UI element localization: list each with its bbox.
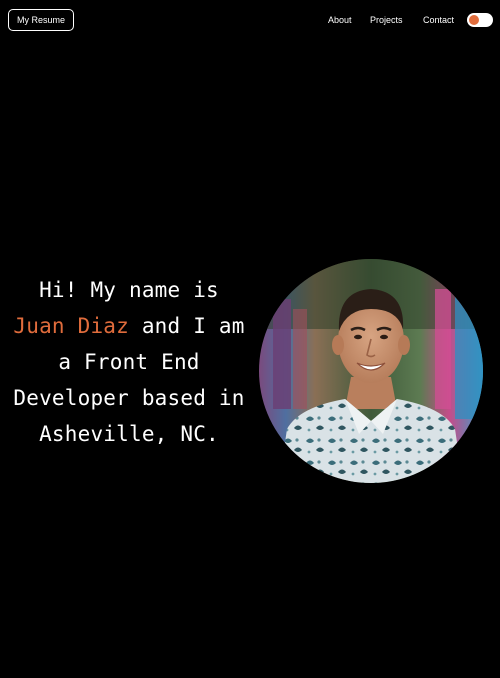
hero-line-1: Hi! My name is <box>39 278 219 302</box>
hero-line-5: Asheville, NC. <box>39 422 219 446</box>
nav-about-link[interactable]: About <box>328 14 352 26</box>
hero-intro: Hi! My name is Juan Diaz and I am a Fron… <box>0 272 258 452</box>
hero-line-2-rest: and I am <box>129 314 245 338</box>
hero-line-2: Juan Diaz and I am <box>0 308 258 344</box>
page: My Resume About Projects Contact Hi! My … <box>0 0 500 678</box>
profile-photo-image <box>259 259 483 483</box>
nav-projects-link[interactable]: Projects <box>370 14 403 26</box>
profile-photo <box>259 259 483 483</box>
nav-contact-link[interactable]: Contact <box>423 14 454 26</box>
my-resume-button[interactable]: My Resume <box>8 9 74 31</box>
hero-line-4: Developer based in <box>13 386 245 410</box>
theme-toggle-knob <box>469 15 479 25</box>
hero-line-3: a Front End <box>58 350 200 374</box>
theme-toggle[interactable] <box>467 13 493 27</box>
hero-name: Juan Diaz <box>13 314 129 338</box>
